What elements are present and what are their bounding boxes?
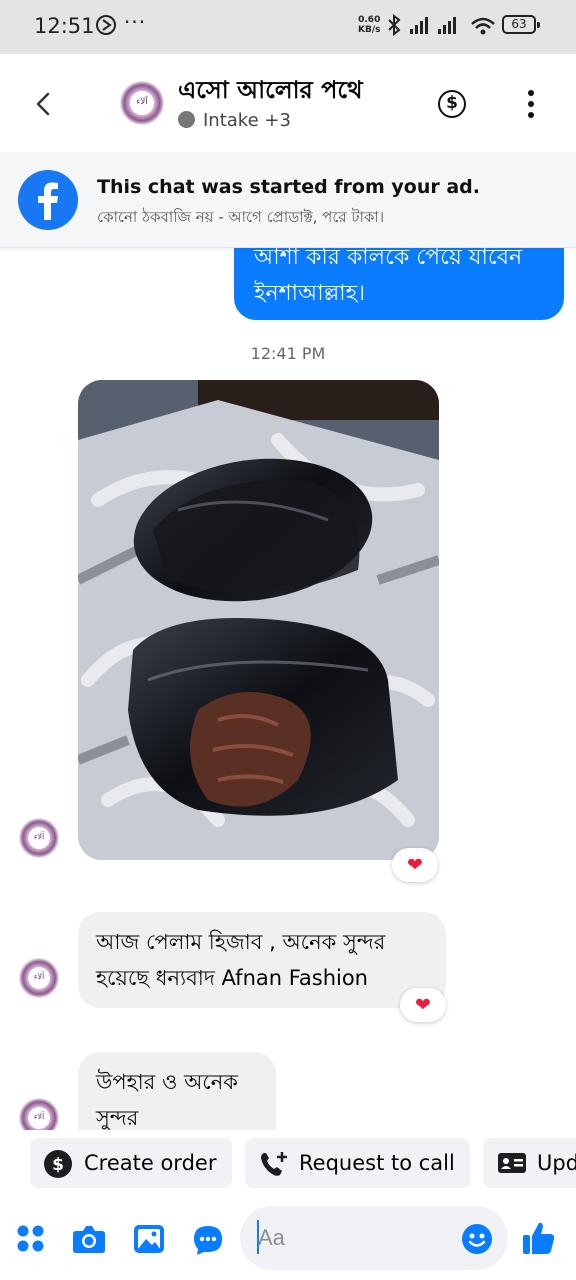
contact-avatar[interactable]: آلاء: [120, 81, 164, 125]
emoji-icon[interactable]: [461, 1223, 493, 1255]
update-label: Upd: [537, 1151, 576, 1175]
avatar-text: آلاء: [33, 832, 45, 841]
camera-icon[interactable]: [72, 1224, 106, 1254]
kebab-dot: [528, 112, 534, 118]
incoming-message[interactable]: আজ পেলাম হিজাব , অনেক সুন্দর হয়েছে ধন্য…: [78, 912, 446, 1008]
quick-actions-bar[interactable]: $ Create order Request to call Upd: [0, 1130, 576, 1198]
label-dot-icon: [178, 111, 195, 128]
contact-label-text: Intake +3: [203, 110, 291, 131]
phone-plus-icon: [261, 1152, 287, 1176]
status-more: ···: [124, 10, 147, 34]
message-list[interactable]: আশা করি কালকে পেয়ে যাবেন ইনশাআল্লাহ। 12…: [0, 152, 576, 1130]
contact-card-icon: [498, 1153, 526, 1173]
network-speed: 0.60 KB/s: [358, 15, 380, 35]
ad-banner-title: This chat was started from your ad.: [97, 176, 480, 198]
kebab-dot: [528, 90, 534, 96]
facebook-icon: [18, 170, 78, 230]
sender-avatar[interactable]: آلاء: [19, 958, 59, 998]
request-to-call-label: Request to call: [299, 1151, 455, 1175]
chevron-left-icon: [36, 92, 50, 116]
screen-cast-icon: [95, 14, 117, 40]
kebab-dot: [528, 101, 534, 107]
payment-button[interactable]: $: [438, 90, 466, 118]
status-icons: [386, 13, 496, 42]
apps-grid-icon[interactable]: [16, 1224, 46, 1254]
avatar-text: آلاء: [33, 1112, 45, 1121]
chat-header: آلاء এসো আলোর পথে Intake +3 $: [0, 54, 576, 152]
battery-icon: 63: [502, 15, 540, 34]
incoming-message[interactable]: উপহার ও অনেক সুন্দর: [78, 1052, 276, 1130]
contact-label[interactable]: Intake +3: [178, 110, 291, 131]
contact-name[interactable]: এসো আলোর পথে: [178, 72, 363, 112]
status-bar: 12:51 ··· 0.60 KB/s 63: [0, 0, 576, 54]
more-options-button[interactable]: [521, 90, 541, 118]
composer-bar: [0, 1198, 576, 1280]
signal-1-icon: [410, 17, 428, 34]
network-speed-unit: KB/s: [358, 25, 381, 35]
wifi-icon: [471, 17, 495, 35]
create-order-button[interactable]: $ Create order: [30, 1138, 232, 1188]
ad-banner[interactable]: This chat was started from your ad. কোনো…: [0, 152, 576, 248]
status-time: 12:51: [34, 14, 95, 38]
ad-banner-subtitle: কোনো ঠকবাজি নয় - আগে প্রোডাক্ট, পরে টাক…: [97, 208, 385, 226]
svg-text:$: $: [52, 1155, 64, 1175]
sender-avatar[interactable]: آلاء: [19, 818, 59, 858]
update-button[interactable]: Upd: [483, 1138, 576, 1188]
signal-2-icon: [438, 17, 456, 34]
request-to-call-button[interactable]: Request to call: [245, 1138, 470, 1188]
message-reaction[interactable]: ❤: [400, 988, 446, 1022]
hijab-package-photo: [78, 380, 439, 860]
chat-bubble-icon[interactable]: [192, 1224, 224, 1256]
gallery-icon[interactable]: [133, 1224, 165, 1254]
back-button[interactable]: [28, 84, 60, 124]
message-timestamp: 12:41 PM: [250, 344, 326, 363]
like-thumb-icon[interactable]: [522, 1220, 556, 1256]
text-cursor: [257, 1220, 259, 1254]
dollar-circle-icon: $: [44, 1150, 72, 1178]
create-order-label: Create order: [84, 1151, 217, 1175]
photo-reaction[interactable]: ❤: [392, 848, 438, 882]
dollar-icon: $: [446, 93, 458, 113]
avatar-text: آلاء: [33, 972, 45, 981]
network-speed-value: 0.60: [358, 15, 381, 25]
photo-message[interactable]: [78, 380, 439, 860]
bluetooth-icon: [388, 13, 401, 37]
sender-avatar[interactable]: آلاء: [19, 1098, 59, 1130]
avatar-text: آلاء: [136, 97, 148, 107]
